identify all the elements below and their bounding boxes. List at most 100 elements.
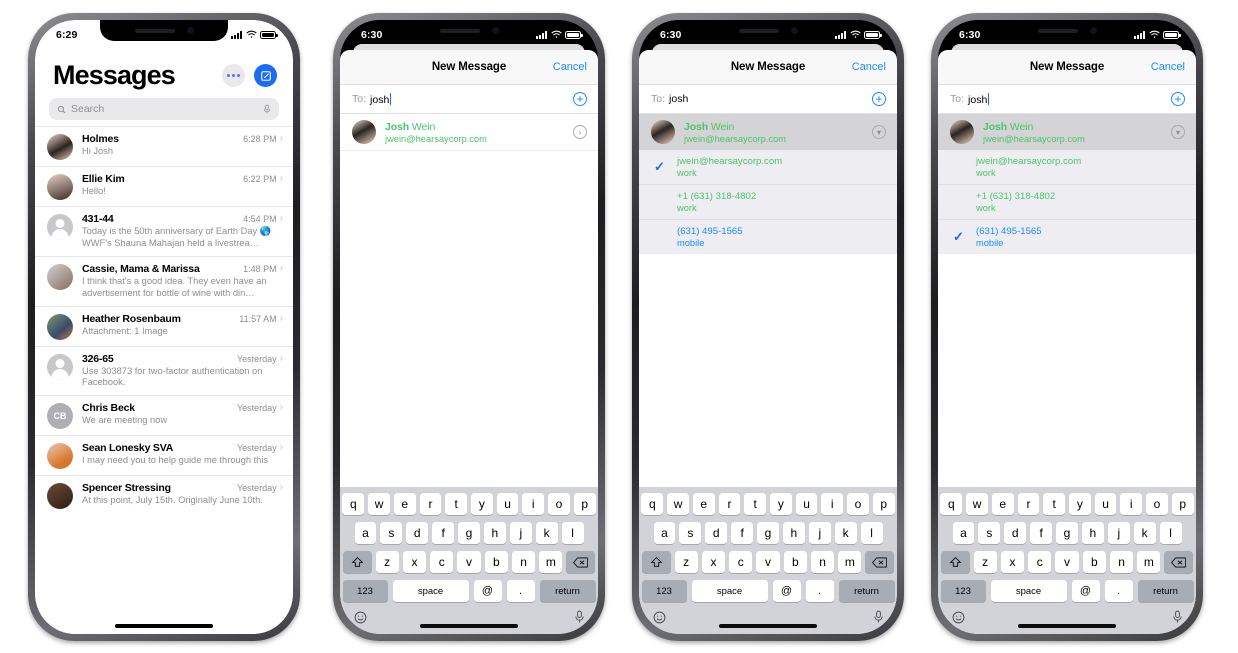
key-y[interactable]: y [471, 493, 493, 515]
key-d[interactable]: d [1004, 522, 1027, 544]
space-key[interactable]: space [392, 580, 469, 602]
key-d[interactable]: d [705, 522, 728, 544]
key-l[interactable]: l [1159, 522, 1182, 544]
key-r[interactable]: r [718, 493, 741, 515]
period-key[interactable]: . [506, 580, 535, 602]
key-s[interactable]: s [679, 522, 702, 544]
key-a[interactable]: a [354, 522, 377, 544]
more-options-button[interactable] [222, 64, 245, 87]
key-a[interactable]: a [653, 522, 676, 544]
key-r[interactable]: r [1017, 493, 1040, 515]
add-contact-button[interactable]: + [573, 92, 587, 106]
recipient-field-row[interactable]: To: josh + [340, 85, 598, 114]
delete-key[interactable] [1164, 551, 1194, 573]
key-a[interactable]: a [952, 522, 975, 544]
key-m[interactable]: m [838, 551, 862, 573]
key-l[interactable]: l [860, 522, 883, 544]
key-q[interactable]: q [342, 493, 365, 515]
key-b[interactable]: b [484, 551, 508, 573]
key-o[interactable]: o [548, 493, 570, 515]
key-i[interactable]: i [821, 493, 844, 515]
key-i[interactable]: i [1120, 493, 1143, 515]
conversation-list[interactable]: Holmes 6:28 PM › Hi Josh Ellie Kim 6:22 PM › He… [35, 126, 293, 515]
key-u[interactable]: u [496, 493, 519, 515]
numbers-key[interactable]: 123 [940, 580, 986, 602]
shift-key[interactable] [641, 551, 671, 573]
numbers-key[interactable]: 123 [641, 580, 687, 602]
contact-detail-row[interactable]: ✓jwein@hearsaycorp.comwork [639, 150, 897, 184]
key-n[interactable]: n [1109, 551, 1134, 573]
key-l[interactable]: l [561, 522, 584, 544]
key-j[interactable]: j [509, 522, 532, 544]
key-z[interactable]: z [973, 551, 997, 573]
conversation-row[interactable]: Spencer Stressing Yesterday › At this point… [35, 475, 293, 515]
key-z[interactable]: z [674, 551, 698, 573]
key-o[interactable]: o [1146, 493, 1168, 515]
key-k[interactable]: k [1133, 522, 1156, 544]
keyboard[interactable]: q w e r t y u i o p a s d f g h j k l z x c v b n m 123 space @. retu… [938, 487, 1196, 634]
delete-key[interactable] [566, 551, 596, 573]
space-key[interactable]: space [990, 580, 1067, 602]
period-key[interactable]: . [805, 580, 834, 602]
chevron-down-circle-icon[interactable]: ▾ [1171, 125, 1185, 139]
cancel-button[interactable]: Cancel [1151, 61, 1185, 73]
key-q[interactable]: q [641, 493, 664, 515]
key-t[interactable]: t [445, 493, 467, 515]
recipient-field-row[interactable]: To: josh + [938, 85, 1196, 114]
key-v[interactable]: v [457, 551, 481, 573]
home-indicator[interactable] [719, 624, 817, 628]
chevron-right-circle-icon[interactable]: › [573, 125, 587, 139]
conversation-row[interactable]: 326-65 Yesterday › Use 303873 for two-facto… [35, 345, 293, 396]
recipient-input[interactable]: josh [370, 92, 392, 106]
at-key[interactable]: @ [1071, 580, 1100, 602]
key-f[interactable]: f [731, 522, 754, 544]
return-key[interactable]: return [838, 580, 895, 602]
recipient-input[interactable]: josh [968, 92, 990, 106]
search-input[interactable]: Search [49, 98, 279, 120]
shift-key[interactable] [940, 551, 970, 573]
key-e[interactable]: e [991, 493, 1014, 515]
key-v[interactable]: v [1055, 551, 1079, 573]
key-y[interactable]: y [1069, 493, 1091, 515]
conversation-row[interactable]: 431-44 4:54 PM › Today is the 50th annivers… [35, 206, 293, 256]
key-w[interactable]: w [667, 493, 689, 515]
key-t[interactable]: t [744, 493, 766, 515]
recipient-field-row[interactable]: To: josh + [639, 85, 897, 114]
key-e[interactable]: e [393, 493, 416, 515]
home-indicator[interactable] [115, 624, 213, 628]
key-g[interactable]: g [757, 522, 779, 544]
key-d[interactable]: d [406, 522, 429, 544]
chevron-down-circle-icon[interactable]: ▾ [872, 125, 886, 139]
space-key[interactable]: space [691, 580, 768, 602]
contact-detail-row[interactable]: ✓(631) 495-1565mobile [639, 219, 897, 254]
shift-key[interactable] [342, 551, 372, 573]
key-c[interactable]: c [729, 551, 753, 573]
return-key[interactable]: return [1137, 580, 1194, 602]
contact-detail-row[interactable]: ✓+1 (631) 318-4802work [639, 184, 897, 219]
at-key[interactable]: @ [772, 580, 801, 602]
key-b[interactable]: b [783, 551, 807, 573]
key-p[interactable]: p [872, 493, 895, 515]
cancel-button[interactable]: Cancel [852, 61, 886, 73]
key-s[interactable]: s [380, 522, 403, 544]
period-key[interactable]: . [1104, 580, 1133, 602]
key-w[interactable]: w [966, 493, 988, 515]
key-c[interactable]: c [1028, 551, 1052, 573]
key-p[interactable]: p [573, 493, 596, 515]
contact-result-row[interactable]: Josh Wein jwein@hearsaycorp.com ▾ [639, 114, 897, 150]
key-s[interactable]: s [978, 522, 1001, 544]
key-x[interactable]: x [1000, 551, 1025, 573]
key-b[interactable]: b [1082, 551, 1106, 573]
key-q[interactable]: q [940, 493, 963, 515]
conversation-row[interactable]: Cassie, Mama & Marissa 1:48 PM › I think th… [35, 255, 293, 306]
recipient-input[interactable]: josh [669, 93, 688, 105]
microphone-icon[interactable] [873, 610, 884, 624]
key-v[interactable]: v [756, 551, 780, 573]
microphone-icon[interactable] [574, 610, 585, 624]
key-h[interactable]: h [1081, 522, 1104, 544]
key-z[interactable]: z [375, 551, 399, 573]
add-contact-button[interactable]: + [872, 92, 886, 106]
key-e[interactable]: e [692, 493, 715, 515]
contact-detail-row[interactable]: ✓jwein@hearsaycorp.comwork [938, 150, 1196, 184]
key-u[interactable]: u [1094, 493, 1117, 515]
